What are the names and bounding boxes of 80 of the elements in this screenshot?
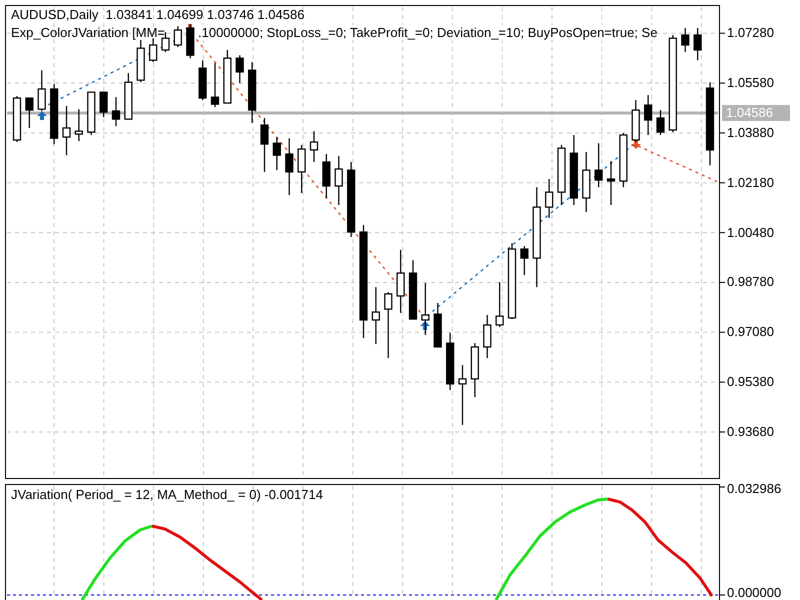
- price-label: 0.97080: [727, 324, 774, 340]
- axis-tick: [720, 431, 726, 432]
- price-label: 1.02180: [727, 174, 774, 190]
- candle: [384, 292, 392, 358]
- indicator-scale-label: 0.000000: [727, 585, 782, 600]
- candle: [458, 365, 467, 425]
- candle: [396, 250, 405, 313]
- axis-tick: [720, 594, 726, 596]
- axis-tick: [720, 382, 726, 383]
- candle: [124, 73, 132, 120]
- candle: [298, 144, 306, 194]
- up-arrow-icon: [420, 321, 430, 330]
- candle: [681, 28, 690, 52]
- expert-info-text: Exp_ColorJVariation [MM=: [11, 25, 166, 40]
- candle: [557, 144, 566, 206]
- candle: [260, 118, 269, 172]
- candle: [520, 246, 528, 276]
- candle: [198, 60, 207, 100]
- axis-tick: [720, 486, 726, 488]
- down-arrow-icon: [631, 140, 641, 149]
- candle: [470, 343, 479, 398]
- candle: [100, 92, 108, 118]
- current-price-label: 1.04586: [722, 105, 790, 121]
- candle: [656, 110, 665, 135]
- symbol-info-text: AUDUSD,Daily 1.03841 1.04699 1.03746 1.04586: [11, 7, 304, 22]
- candle: [25, 97, 34, 128]
- candle: [421, 283, 430, 335]
- candle: [310, 131, 318, 162]
- price-label: 0.95380: [727, 374, 774, 390]
- candle: [12, 96, 22, 142]
- candle: [285, 138, 294, 196]
- candle: [50, 84, 58, 144]
- candle: [210, 63, 220, 108]
- candle: [174, 26, 182, 48]
- price-label: 1.05580: [727, 75, 774, 90]
- candle: [334, 156, 343, 206]
- axis-tick: [720, 332, 726, 333]
- price-label: 0.93680: [727, 424, 774, 439]
- axis-tick: [720, 282, 726, 283]
- candle: [322, 154, 330, 198]
- price-label: 1.00480: [727, 224, 774, 240]
- candle: [496, 282, 504, 328]
- up-arrow-icon: [37, 111, 47, 120]
- axis-tick: [720, 182, 726, 184]
- candle: [434, 302, 442, 348]
- axis-tick: [720, 232, 726, 234]
- candle: [149, 38, 158, 62]
- candle: [483, 315, 492, 358]
- candle: [644, 95, 652, 135]
- candle: [38, 70, 46, 111]
- axis-tick: [720, 32, 726, 34]
- candle: [606, 161, 616, 206]
- candle: [62, 106, 71, 156]
- candle: [272, 137, 281, 170]
- candle: [223, 50, 232, 104]
- indicator-title: JVariation( Period_ = 12, MA_Method_ = 0) -0.001714: [11, 487, 323, 502]
- candle: [632, 100, 640, 142]
- candle: [582, 152, 590, 212]
- candle: [74, 109, 83, 142]
- candle: [87, 92, 96, 135]
- candle: [112, 97, 120, 126]
- candle: [619, 132, 628, 188]
- candle: [248, 62, 256, 123]
- price-label: 1.07280: [727, 25, 774, 40]
- candle: [446, 332, 454, 390]
- axis-tick: [720, 132, 726, 134]
- candle: [372, 287, 380, 344]
- axis-tick: [720, 82, 726, 84]
- candle: [136, 40, 145, 82]
- candle: [408, 260, 418, 320]
- indicator-scale-label: 0.032986: [727, 481, 782, 496]
- candle: [694, 28, 702, 60]
- candle: [594, 143, 603, 188]
- candle: [236, 55, 244, 84]
- price-label: 0.98780: [727, 274, 774, 290]
- price-label: 1.03880: [727, 124, 774, 140]
- candle: [545, 178, 554, 218]
- expert-info-text: .10000000; StopLoss_=0; TakeProfit_=0; Deviation_=10; BuyPosOpen=true; Se: [198, 25, 658, 40]
- candle: [570, 135, 578, 206]
- candle: [186, 24, 194, 58]
